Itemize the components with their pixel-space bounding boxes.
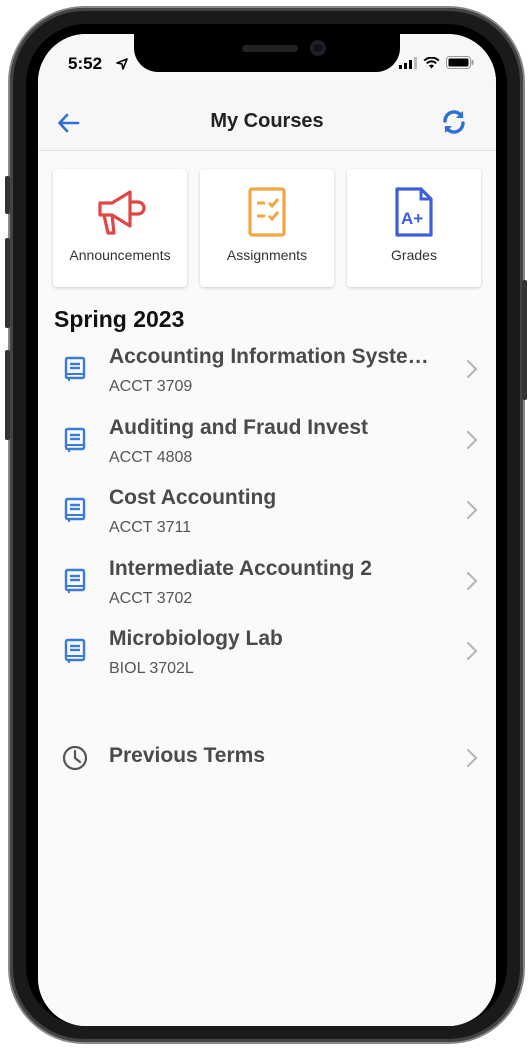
course-code: BIOL 3702L	[109, 660, 194, 677]
course-name: Cost Accounting	[109, 486, 277, 509]
grades-label: Grades	[391, 247, 437, 263]
refresh-icon[interactable]	[440, 108, 468, 136]
book-icon	[64, 427, 86, 452]
course-code: ACCT 4808	[109, 448, 193, 466]
course-row[interactable]: Intermediate Accounting 2 ACCT 3702	[38, 553, 496, 624]
main-content: Announcements Assignments A+ Grades Spri…	[38, 151, 496, 1026]
course-name: Microbiology Lab	[109, 627, 283, 650]
grades-tile[interactable]: A+ Grades	[347, 169, 481, 287]
book-icon	[64, 356, 86, 381]
previous-terms-label: Previous Terms	[109, 744, 266, 767]
course-code: ACCT 3702	[109, 589, 193, 607]
course-list: Accounting Information Syste… ACCT 3709 …	[38, 341, 496, 694]
volume-up-button	[5, 238, 10, 328]
notch	[134, 34, 400, 72]
course-name: Auditing and Fraud Invest	[109, 415, 369, 439]
page-title: My Courses	[210, 110, 324, 132]
status-time: 5:52	[68, 54, 103, 73]
book-icon	[64, 568, 86, 593]
announcements-label: Announcements	[69, 247, 171, 263]
course-code: ACCT 3711	[109, 519, 192, 536]
course-code: ACCT 3709	[109, 378, 193, 395]
checklist-icon	[248, 187, 286, 237]
chevron-right-icon	[466, 359, 478, 379]
clock-icon	[62, 745, 88, 771]
announcements-tile[interactable]: Announcements	[53, 169, 187, 287]
chevron-right-icon	[466, 430, 478, 449]
chevron-right-icon	[466, 748, 478, 768]
svg-text:A+: A+	[401, 209, 423, 228]
status-icons	[399, 56, 474, 69]
assignments-tile[interactable]: Assignments	[200, 169, 334, 287]
navigation-bar: My Courses	[38, 100, 496, 151]
book-icon	[64, 497, 86, 522]
term-heading: Spring 2023	[54, 306, 185, 332]
screen: 5:52 My Courses Announcements Assignment…	[38, 34, 496, 1026]
mute-switch	[5, 176, 10, 214]
course-row[interactable]: Microbiology Lab BIOL 3702L	[38, 623, 496, 694]
course-name: Accounting Information Syste…	[109, 345, 429, 368]
grade-doc-icon: A+	[395, 187, 433, 237]
battery-icon	[446, 56, 474, 69]
chevron-right-icon	[466, 571, 478, 590]
front-camera	[310, 40, 326, 56]
speaker	[242, 45, 298, 52]
course-row[interactable]: Cost Accounting ACCT 3711	[38, 482, 496, 553]
wifi-icon	[423, 56, 440, 68]
chevron-right-icon	[466, 641, 478, 661]
volume-down-button	[5, 350, 10, 440]
previous-terms-row[interactable]: Previous Terms	[38, 736, 496, 784]
chevron-right-icon	[466, 500, 478, 520]
location-arrow-icon	[116, 58, 128, 70]
course-name: Intermediate Accounting 2	[109, 556, 372, 580]
book-icon	[64, 638, 86, 663]
course-row[interactable]: Auditing and Fraud Invest ACCT 4808	[38, 412, 496, 483]
megaphone-icon	[98, 190, 146, 235]
cellular-signal-icon	[399, 56, 417, 69]
assignments-label: Assignments	[226, 247, 308, 263]
course-row[interactable]: Accounting Information Syste… ACCT 3709	[38, 341, 496, 412]
quick-links: Announcements Assignments A+ Grades	[53, 169, 481, 287]
power-button	[522, 280, 527, 400]
